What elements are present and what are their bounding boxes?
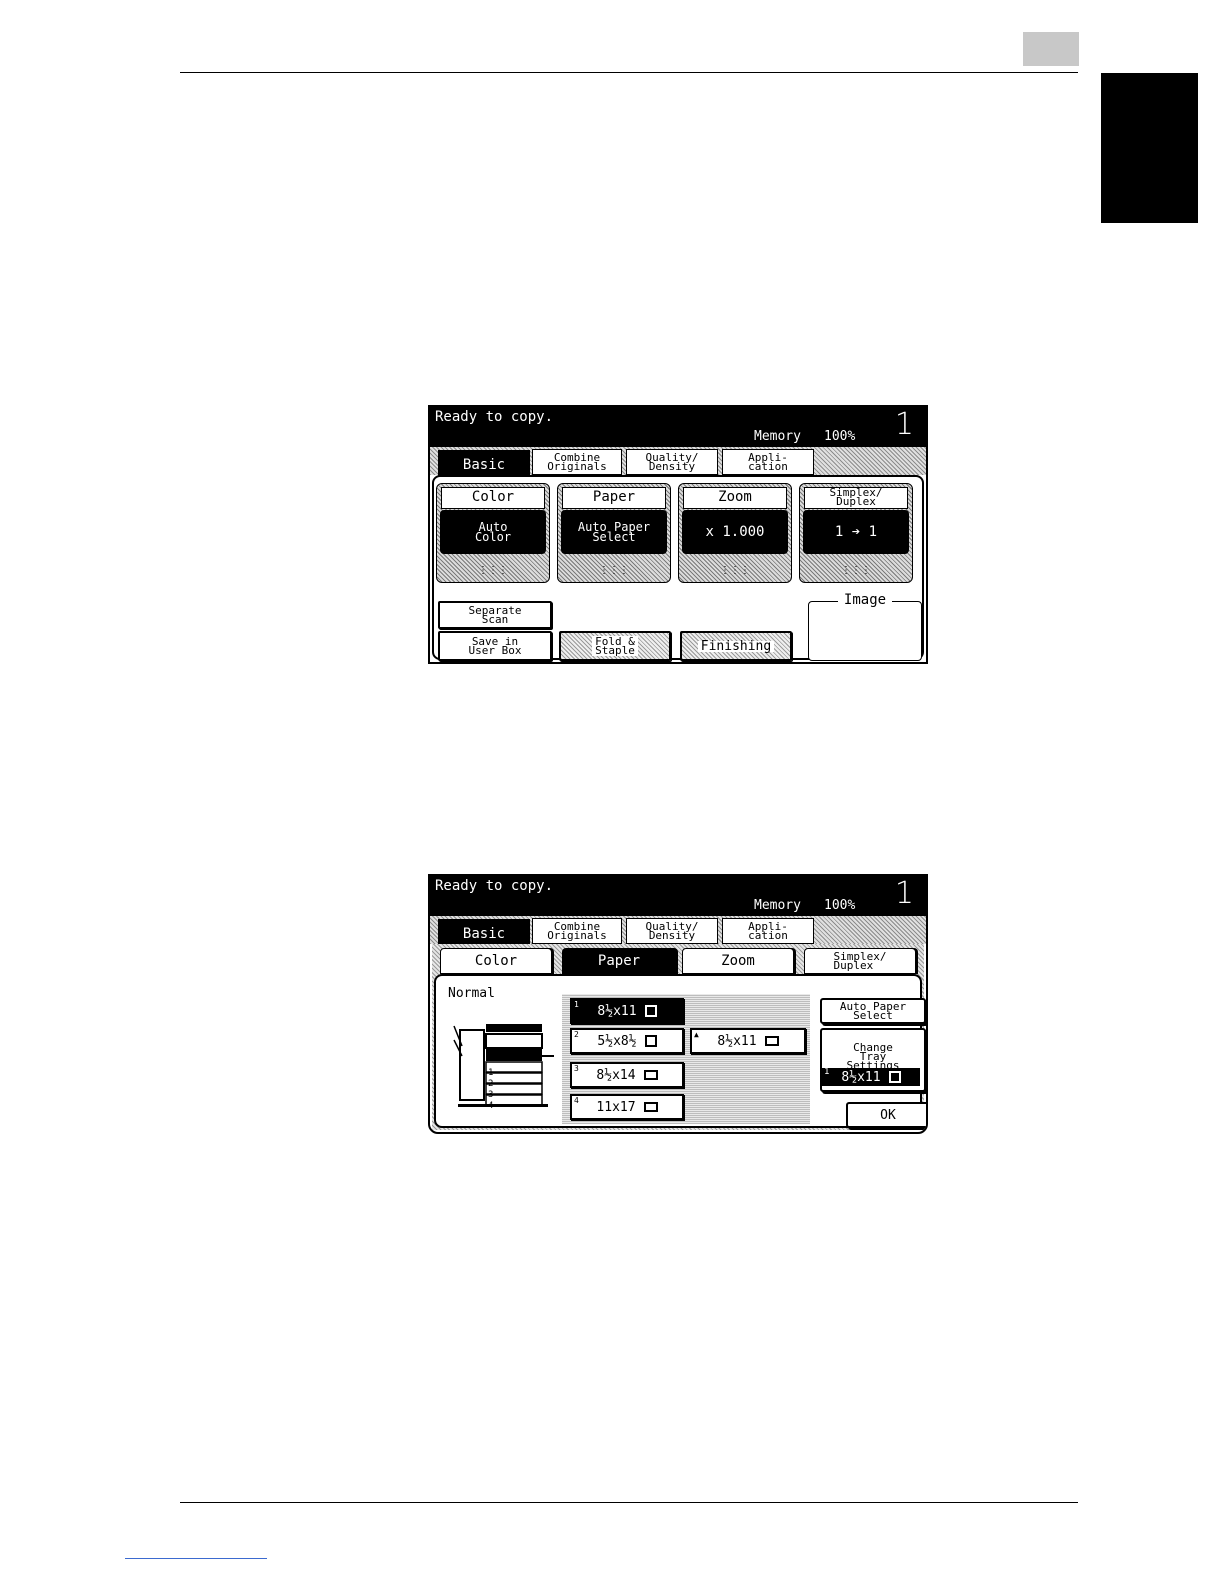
paper-portrait-icon: [888, 1071, 901, 1083]
basic-tab-body: Color Auto Color ⋮⋮⋮ Paper Auto Paper Se…: [432, 475, 924, 661]
paper-portrait-icon: [644, 1005, 657, 1017]
paper-settings-area: Normal 1 2 3 4 1 8½x11 2 5½x8½ ▲ 8½x11 3…: [434, 974, 926, 1128]
tray-1-number: 1: [574, 1000, 579, 1009]
status-message: Ready to copy.: [435, 409, 554, 425]
tray-1-size: 8½x11: [597, 1003, 637, 1019]
color-value: Auto Color: [440, 510, 546, 554]
machine-tray-3-label: 3: [488, 1090, 494, 1100]
tray-4-number: 4: [574, 1096, 579, 1105]
more-dots-icon: ⋮⋮⋮: [478, 565, 508, 576]
header-rule: [180, 72, 1078, 73]
selected-tray-indicator: 1 8½x11: [822, 1067, 920, 1086]
simplex-duplex-title: Simplex/ Duplex: [804, 487, 908, 509]
tray-2-size: 5½x8½: [597, 1033, 637, 1049]
more-dots-icon: ⋮⋮⋮: [720, 565, 750, 576]
memory-value: 100%: [824, 429, 856, 444]
bypass-tray-icon: ▲: [694, 1030, 699, 1039]
zoom-value: x 1.000: [682, 510, 788, 554]
machine-tray-1-label: 1: [488, 1068, 494, 1078]
chapter-thumb-tab: [1101, 73, 1198, 223]
tray-1-button[interactable]: 1 8½x11: [570, 998, 684, 1024]
tray-3-size: 8½x14: [596, 1067, 636, 1083]
mode-label: Normal: [448, 986, 495, 1001]
tray-4-size: 11x17: [596, 1099, 636, 1115]
chapter-number-box: [1023, 32, 1079, 66]
paper-title: Paper: [562, 487, 666, 509]
selected-tray-number: 1: [824, 1067, 830, 1077]
machine-tray-2-label: 2: [488, 1079, 494, 1089]
memory-value: 100%: [824, 898, 856, 913]
status-bar: Ready to copy. Memory 100% 1: [430, 876, 926, 916]
finishing-label: Finishing: [697, 640, 775, 653]
simplex-duplex-function[interactable]: Simplex/ Duplex 1 ➔ 1 ⋮⋮⋮: [799, 483, 913, 583]
zoom-title: Zoom: [683, 487, 787, 509]
tray-4-button[interactable]: 4 11x17: [570, 1094, 684, 1120]
save-in-user-box-button[interactable]: Save in User Box: [438, 631, 552, 661]
paper-value: Auto Paper Select: [561, 510, 667, 554]
more-dots-icon: ⋮⋮⋮: [841, 565, 871, 576]
finishing-button[interactable]: Finishing: [680, 631, 792, 661]
tab-bar: Basic Combine Originals Quality/ Density…: [430, 916, 926, 949]
more-dots-icon: ⋮⋮⋮: [599, 565, 629, 576]
tab-simplex-duplex[interactable]: Simplex/ Duplex: [804, 948, 916, 974]
memory-label: Memory: [754, 898, 801, 913]
tab-paper[interactable]: Paper: [562, 948, 676, 974]
separate-scan-button[interactable]: Separate Scan: [438, 601, 552, 629]
tab-application[interactable]: Appli- cation: [722, 918, 814, 944]
zoom-function[interactable]: Zoom x 1.000 ⋮⋮⋮: [678, 483, 792, 583]
paper-landscape-icon: [764, 1036, 779, 1046]
fold-staple-label: Fold & Staple: [592, 636, 638, 656]
selected-tray-size: 8½x11: [841, 1069, 881, 1085]
paper-tab-body: Color Paper Zoom Simplex/ Duplex Normal: [432, 944, 926, 1130]
tab-application[interactable]: Appli- cation: [722, 449, 814, 475]
paper-select-screen: Ready to copy. Memory 100% 1 Basic Combi…: [428, 874, 928, 1134]
tab-combine-originals[interactable]: Combine Originals: [532, 918, 622, 944]
color-function[interactable]: Color Auto Color ⋮⋮⋮: [436, 483, 550, 583]
tab-combine-originals[interactable]: Combine Originals: [532, 449, 622, 475]
paper-function[interactable]: Paper Auto Paper Select ⋮⋮⋮: [557, 483, 671, 583]
image-label: Image: [809, 592, 921, 608]
paper-portrait-icon: [644, 1035, 657, 1047]
tray-2-number: 2: [574, 1030, 579, 1039]
tray-3-number: 3: [574, 1064, 579, 1073]
tray-3-button[interactable]: 3 8½x14: [570, 1062, 684, 1088]
copy-count: 1: [894, 407, 914, 442]
image-preview-box: Image: [808, 592, 922, 661]
copy-basic-screen: Ready to copy. Memory 100% 1 Basic Combi…: [428, 405, 928, 664]
ok-button[interactable]: OK: [846, 1102, 926, 1128]
auto-paper-select-button[interactable]: Auto Paper Select: [820, 998, 926, 1024]
tab-zoom[interactable]: Zoom: [682, 948, 794, 974]
footer-link-underline: [125, 1558, 267, 1559]
status-message: Ready to copy.: [435, 878, 554, 894]
tray-2-button[interactable]: 2 5½x8½: [570, 1028, 684, 1054]
tab-color[interactable]: Color: [440, 948, 552, 974]
tab-quality-density[interactable]: Quality/ Density: [626, 918, 718, 944]
bypass-tray-button[interactable]: ▲ 8½x11: [690, 1028, 806, 1054]
machine-tray-4-label: 4: [488, 1101, 494, 1111]
tab-bar: Basic Combine Originals Quality/ Density…: [430, 447, 926, 480]
simplex-duplex-value: 1 ➔ 1: [803, 510, 909, 554]
status-bar: Ready to copy. Memory 100% 1: [430, 407, 926, 447]
fold-staple-button[interactable]: Fold & Staple: [559, 631, 671, 661]
bypass-tray-size: 8½x11: [717, 1033, 757, 1049]
paper-landscape-icon: [643, 1070, 658, 1080]
copy-count: 1: [894, 876, 914, 911]
footer-rule: [180, 1502, 1078, 1503]
memory-label: Memory: [754, 429, 801, 444]
copier-machine-icon: [453, 1024, 554, 1107]
color-title: Color: [441, 487, 545, 509]
paper-landscape-icon: [643, 1102, 658, 1112]
tab-quality-density[interactable]: Quality/ Density: [626, 449, 718, 475]
